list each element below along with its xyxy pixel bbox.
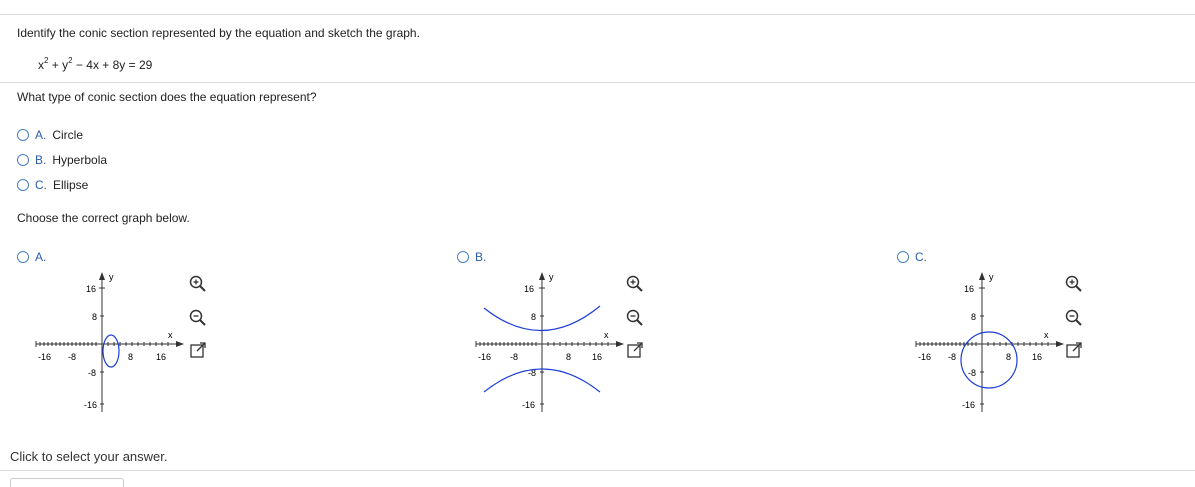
radio-button[interactable] [17, 179, 29, 191]
y-tick-label: 8 [971, 312, 976, 322]
option-label: Hyperbola [52, 153, 108, 167]
x-tick-label: 16 [592, 352, 602, 362]
y-axis-label: y [549, 272, 554, 282]
x-axis-arrow [176, 341, 184, 347]
graph-option-b-select[interactable]: B. [457, 250, 492, 264]
y-tick-label: 16 [964, 284, 974, 294]
option-a-circle[interactable]: A. Circle [17, 128, 83, 142]
graph-b[interactable]: y x -16 -8 8 16 16 8 -8 -16 [470, 268, 630, 416]
ellipse-curve [102, 334, 120, 368]
top-divider [0, 14, 1195, 15]
zoom-in-icon[interactable] [625, 274, 645, 294]
equation-divider [0, 82, 1195, 83]
y-tick-label: -16 [84, 400, 97, 410]
footer-divider [0, 470, 1195, 471]
x-axis-label: x [168, 330, 173, 340]
x-tick-label: 8 [128, 352, 133, 362]
zoom-out-icon[interactable] [188, 308, 208, 328]
graph-option-letter: B. [475, 250, 487, 264]
y-axis-arrow [539, 272, 545, 280]
y-tick-label: 16 [86, 284, 96, 294]
y-tick-label: 8 [92, 312, 97, 322]
y-tick-label: 8 [531, 312, 536, 322]
option-label: Ellipse [53, 178, 89, 192]
graph-a[interactable]: y x -16 -8 8 16 16 8 -8 -16 [30, 268, 190, 416]
x-tick-label: 16 [1032, 352, 1042, 362]
y-axis-label: y [989, 272, 994, 282]
x-tick-label: -8 [68, 352, 76, 362]
x-tick-label: 16 [156, 352, 166, 362]
graph-option-a-select[interactable]: A. [17, 250, 52, 264]
x-tick-label: -8 [510, 352, 518, 362]
question-prompt: Identify the conic section represented b… [17, 26, 420, 40]
y-axis-arrow [979, 272, 985, 280]
x-tick-label: -16 [918, 352, 931, 362]
radio-button[interactable] [17, 154, 29, 166]
graph-option-c-select[interactable]: C. [897, 250, 933, 264]
zoom-in-icon[interactable] [1064, 274, 1084, 294]
y-tick-label: -16 [962, 400, 975, 410]
popout-icon[interactable] [1064, 340, 1084, 360]
x-axis-arrow [616, 341, 624, 347]
bottom-button-partial[interactable] [10, 478, 124, 487]
y-tick-label: 16 [524, 284, 534, 294]
x-tick-label: 8 [1006, 352, 1011, 362]
zoom-out-icon[interactable] [1064, 308, 1084, 328]
x-tick-label: -16 [38, 352, 51, 362]
option-letter: B. [35, 153, 47, 167]
part2-prompt: Choose the correct graph below. [17, 211, 190, 225]
option-letter: A. [35, 128, 47, 142]
popout-icon[interactable] [625, 340, 645, 360]
equation: x2 + y2 − 4x + 8y = 29 [38, 56, 153, 73]
zoom-out-icon[interactable] [625, 308, 645, 328]
x-axis-label: x [604, 330, 609, 340]
radio-button[interactable] [897, 251, 909, 263]
radio-button[interactable] [457, 251, 469, 263]
y-axis-label: y [109, 272, 114, 282]
graph-c[interactable]: y x -16 -8 8 16 16 8 -8 -16 [910, 268, 1070, 416]
popout-icon[interactable] [188, 340, 208, 360]
x-tick-label: 8 [566, 352, 571, 362]
y-axis-arrow [99, 272, 105, 280]
x-axis-label: x [1044, 330, 1049, 340]
option-letter: C. [35, 178, 47, 192]
y-tick-label: -8 [968, 368, 976, 378]
radio-button[interactable] [17, 251, 29, 263]
graph-option-letter: C. [915, 250, 927, 264]
status-message: Click to select your answer. [10, 449, 168, 464]
radio-button[interactable] [17, 129, 29, 141]
graph-option-letter: A. [35, 250, 47, 264]
zoom-in-icon[interactable] [188, 274, 208, 294]
x-tick-label: -16 [478, 352, 491, 362]
x-axis-arrow [1056, 341, 1064, 347]
option-label: Circle [52, 128, 84, 142]
part1-prompt: What type of conic section does the equa… [17, 90, 317, 104]
option-b-hyperbola[interactable]: B. Hyperbola [17, 153, 107, 167]
y-tick-label: -16 [522, 400, 535, 410]
y-tick-label: -8 [88, 368, 96, 378]
option-c-ellipse[interactable]: C. Ellipse [17, 178, 88, 192]
x-tick-label: -8 [948, 352, 956, 362]
